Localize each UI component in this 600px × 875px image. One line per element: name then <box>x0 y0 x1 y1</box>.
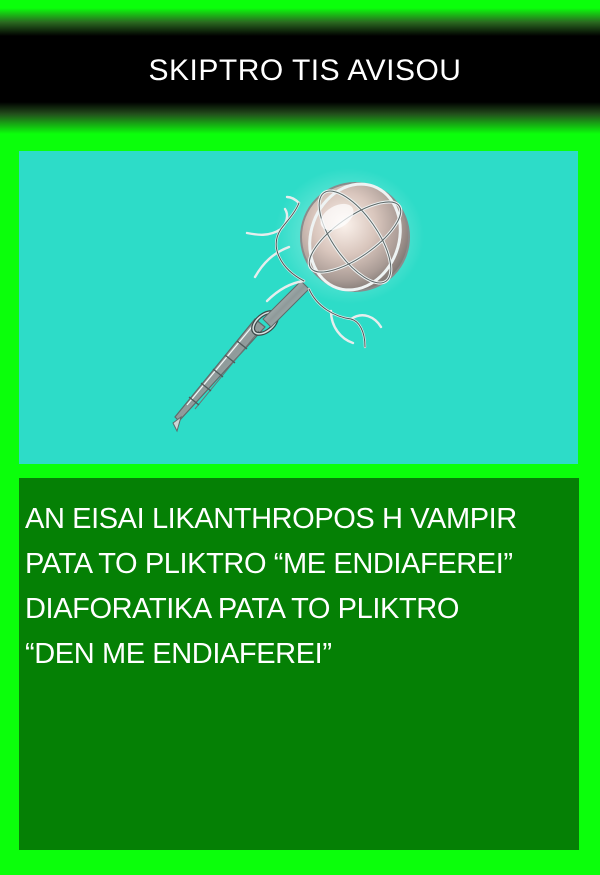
message-text: AN EISAI LIKANTHROPOS H VAMPIR PATA TO P… <box>25 497 575 677</box>
message-line: PATA TO PLIKTRO “ME ENDIAFEREI” <box>25 548 513 580</box>
title-bar: SKIPTRO TIS AVISOU <box>0 36 600 106</box>
scepter-icon <box>172 168 424 433</box>
item-image-panel <box>19 151 578 464</box>
message-line: DIAFORATIKA PATA TO PLIKTRO <box>25 593 459 625</box>
message-line: AN EISAI LIKANTHROPOS H VAMPIR <box>25 503 517 535</box>
card-title: SKIPTRO TIS AVISOU <box>148 54 462 87</box>
message-panel: AN EISAI LIKANTHROPOS H VAMPIR PATA TO P… <box>19 478 579 850</box>
message-line: “DEN ME ENDIAFEREI” <box>25 638 332 670</box>
